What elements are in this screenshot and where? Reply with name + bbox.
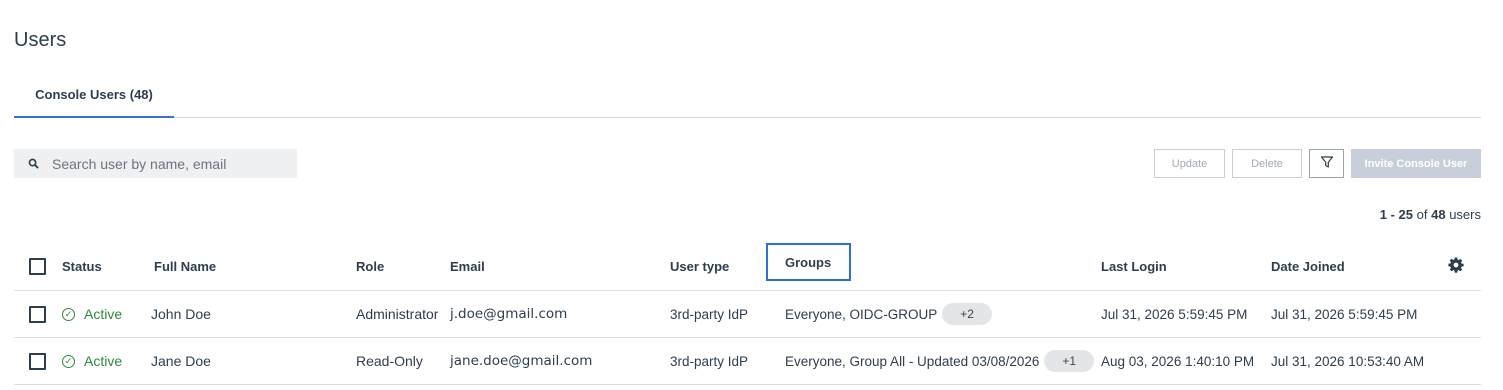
groups-more-chip[interactable]: +1	[1044, 350, 1095, 372]
gear-icon	[1448, 257, 1464, 276]
column-settings-button[interactable]	[1448, 243, 1464, 290]
select-all-checkbox[interactable]	[29, 258, 46, 275]
groups-more-chip[interactable]: +2	[942, 303, 992, 325]
status-badge: ✓ Active	[62, 353, 122, 369]
column-header-date-joined[interactable]: Date Joined	[1271, 243, 1345, 290]
email-cell: j.doe@gmail.com	[450, 306, 568, 322]
row-checkbox[interactable]	[29, 352, 46, 370]
tab-bar: Console Users (48)	[14, 78, 1481, 118]
column-header-full-name[interactable]: Full Name	[154, 243, 216, 290]
update-button[interactable]: Update	[1154, 149, 1225, 178]
last-login-cell: Aug 03, 2026 1:40:10 PM	[1101, 353, 1255, 369]
pagination-of: of	[1416, 207, 1428, 222]
check-circle-icon: ✓	[62, 307, 75, 321]
table-header-row: Status Full Name Role Email User type Gr…	[14, 243, 1481, 291]
groups-text: Everyone, Group All - Updated 03/08/2026	[785, 353, 1040, 369]
column-header-user-type[interactable]: User type	[670, 243, 729, 290]
user-type-cell: 3rd-party IdP	[670, 306, 749, 322]
full-name-cell: John Doe	[151, 306, 211, 322]
column-header-role[interactable]: Role	[356, 243, 384, 290]
page-title: Users	[14, 29, 67, 51]
filter-icon	[1320, 155, 1334, 172]
search-input[interactable]	[52, 155, 292, 172]
groups-cell: Everyone, OIDC-GROUP +2	[785, 291, 992, 337]
filter-button[interactable]	[1309, 149, 1344, 178]
email-cell: jane.doe@gmail.com	[450, 353, 593, 369]
status-badge: ✓ Active	[62, 306, 122, 322]
column-header-last-login[interactable]: Last Login	[1101, 243, 1167, 290]
last-login-cell: Jul 31, 2026 5:59:45 PM	[1101, 306, 1248, 322]
date-joined-cell: Jul 31, 2026 5:59:45 PM	[1271, 306, 1418, 322]
pagination-range: 1 - 25	[1379, 207, 1414, 222]
invite-console-user-button[interactable]: Invite Console User	[1351, 149, 1481, 178]
users-table: Status Full Name Role Email User type Gr…	[14, 243, 1481, 385]
check-circle-icon: ✓	[62, 354, 75, 368]
tab-console-users[interactable]: Console Users (48)	[14, 78, 174, 118]
pagination-summary: 1 - 25 of 48 users	[1380, 207, 1481, 222]
column-header-email[interactable]: Email	[450, 243, 485, 290]
column-header-status[interactable]: Status	[62, 243, 102, 290]
groups-text: Everyone, OIDC-GROUP	[785, 306, 938, 322]
row-checkbox[interactable]	[29, 305, 46, 323]
groups-cell: Everyone, Group All - Updated 03/08/2026…	[785, 338, 1095, 384]
delete-button[interactable]: Delete	[1232, 149, 1302, 178]
search-icon	[14, 149, 52, 178]
column-header-groups[interactable]: Groups	[766, 243, 851, 281]
table-row[interactable]: ✓ Active Jane Doe Read-Only jane.doe@gma…	[14, 338, 1481, 385]
user-type-cell: 3rd-party IdP	[670, 353, 749, 369]
table-row[interactable]: ✓ Active John Doe Administrator j.doe@gm…	[14, 291, 1481, 338]
date-joined-cell: Jul 31, 2026 10:53:40 AM	[1271, 353, 1425, 369]
pagination-unit: users	[1449, 207, 1481, 222]
role-cell: Read-Only	[356, 353, 423, 369]
full-name-cell: Jane Doe	[151, 353, 211, 369]
pagination-total: 48	[1431, 207, 1446, 222]
search-box	[14, 149, 297, 178]
role-cell: Administrator	[356, 306, 439, 322]
